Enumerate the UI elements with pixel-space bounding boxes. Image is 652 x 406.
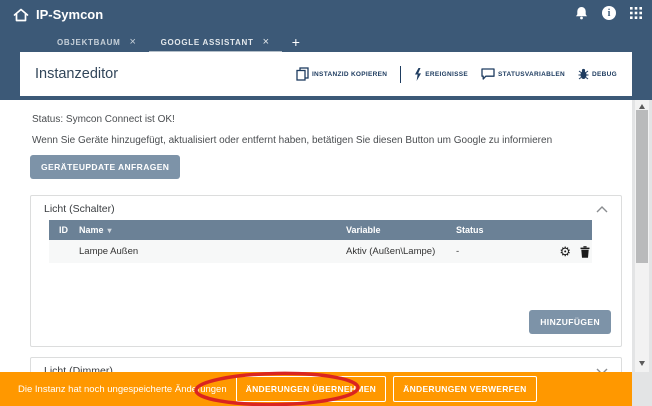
unsaved-changes-message: Die Instanz hat noch ungespeicherte Ände… bbox=[18, 384, 227, 395]
notifications-bell-icon[interactable] bbox=[575, 6, 588, 20]
vertical-scrollbar[interactable] bbox=[632, 100, 652, 406]
panel-licht-dimmer: Licht (Dimmer) bbox=[30, 357, 622, 372]
status-variables-label: STATUSVARIABLEN bbox=[498, 71, 565, 78]
speech-bubble-icon bbox=[481, 68, 495, 80]
apply-changes-button[interactable]: ÄNDERUNGEN ÜBERNEHMEN bbox=[236, 376, 387, 402]
app-brand[interactable]: IP-Symcon bbox=[13, 7, 103, 22]
apps-grid-icon[interactable] bbox=[630, 7, 642, 19]
request-device-update-button[interactable]: GERÄTEUPDATE ANFRAGEN bbox=[30, 155, 180, 179]
table-row-lampe-aussen[interactable]: Lampe Außen Aktiv (Außen\Lampe) - ⚙ bbox=[49, 240, 592, 263]
cell-variable: Aktiv (Außen\Lampe) bbox=[346, 246, 456, 257]
bug-icon bbox=[578, 68, 589, 80]
unsaved-changes-bar: Die Instanz hat noch ungespeicherte Ände… bbox=[0, 372, 632, 406]
column-header-variable[interactable]: Variable bbox=[346, 225, 456, 235]
topbar-icons: i bbox=[575, 6, 642, 20]
column-header-name[interactable]: Name▾ bbox=[79, 225, 346, 235]
events-button[interactable]: EREIGNISSE bbox=[414, 68, 468, 81]
hint-text: Wenn Sie Geräte hinzugefügt, aktualisier… bbox=[32, 135, 632, 146]
tab-label: GOOGLE ASSISTANT bbox=[161, 38, 254, 47]
info-icon[interactable]: i bbox=[602, 6, 616, 20]
info-icon-glyph: i bbox=[608, 8, 611, 19]
settings-gear-icon[interactable]: ⚙ bbox=[559, 246, 571, 258]
collapse-chevron-up-icon[interactable] bbox=[596, 206, 608, 213]
debug-label: DEBUG bbox=[592, 71, 617, 78]
close-tab-icon[interactable]: × bbox=[129, 36, 136, 48]
panel-licht-schalter-header[interactable]: Licht (Schalter) bbox=[31, 196, 621, 220]
column-header-id[interactable]: ID bbox=[59, 225, 79, 235]
delete-trash-icon[interactable] bbox=[580, 246, 590, 258]
panel-title: Licht (Dimmer) bbox=[44, 365, 113, 372]
panel-licht-schalter: Licht (Schalter) ID Name▾ Variable Statu… bbox=[30, 195, 622, 347]
panel-footer: HINZUFÜGEN bbox=[31, 263, 621, 346]
panel-licht-dimmer-header[interactable]: Licht (Dimmer) bbox=[31, 358, 621, 372]
table-header-row: ID Name▾ Variable Status bbox=[49, 220, 592, 240]
instance-editor-content: Status: Symcon Connect ist OK! Wenn Sie … bbox=[0, 100, 632, 372]
discard-changes-button[interactable]: ÄNDERUNGEN VERWERFEN bbox=[393, 376, 536, 402]
instance-editor-header: Instanzeditor INSTANZID KOPIEREN EREIGNI… bbox=[20, 52, 632, 96]
home-icon bbox=[13, 8, 29, 22]
sort-desc-icon: ▾ bbox=[108, 226, 112, 235]
close-tab-icon[interactable]: × bbox=[263, 36, 270, 48]
device-table: ID Name▾ Variable Status Lampe Außen Akt… bbox=[49, 220, 592, 263]
add-device-button[interactable]: HINZUFÜGEN bbox=[529, 310, 611, 334]
tab-bar: OBJEKTBAUM × GOOGLE ASSISTANT × + bbox=[45, 34, 310, 50]
row-actions: ⚙ bbox=[546, 246, 592, 258]
lightning-icon bbox=[414, 68, 422, 81]
debug-button[interactable]: DEBUG bbox=[578, 68, 617, 80]
status-variables-button[interactable]: STATUSVARIABLEN bbox=[481, 68, 565, 80]
scrollbar-thumb[interactable] bbox=[636, 110, 648, 263]
scroll-up-icon[interactable] bbox=[639, 104, 645, 109]
copy-icon bbox=[296, 67, 309, 81]
copy-instance-id-label: INSTANZID KOPIEREN bbox=[312, 71, 387, 78]
column-header-status[interactable]: Status bbox=[456, 225, 546, 235]
panel-title: Licht (Schalter) bbox=[44, 203, 115, 215]
new-tab-button[interactable]: + bbox=[282, 34, 310, 50]
app-title: IP-Symcon bbox=[36, 7, 103, 22]
tab-google-assistant[interactable]: GOOGLE ASSISTANT × bbox=[149, 34, 282, 50]
cell-name: Lampe Außen bbox=[79, 246, 346, 257]
scroll-down-icon[interactable] bbox=[639, 361, 645, 366]
tab-objektbaum[interactable]: OBJEKTBAUM × bbox=[45, 34, 149, 50]
toolbar-separator bbox=[400, 66, 401, 83]
copy-instance-id-button[interactable]: INSTANZID KOPIEREN bbox=[296, 67, 387, 81]
cell-status: - bbox=[456, 246, 546, 257]
header-actions: INSTANZID KOPIEREN EREIGNISSE STATUSVARI… bbox=[296, 66, 617, 83]
events-label: EREIGNISSE bbox=[425, 71, 468, 78]
tab-label: OBJEKTBAUM bbox=[57, 38, 120, 47]
page-title: Instanzeditor bbox=[35, 66, 118, 82]
status-text: Status: Symcon Connect ist OK! bbox=[32, 114, 632, 125]
ip-symcon-window: IP-Symcon i OBJEKTBAUM × GOOGLE ASSISTAN… bbox=[0, 0, 652, 406]
